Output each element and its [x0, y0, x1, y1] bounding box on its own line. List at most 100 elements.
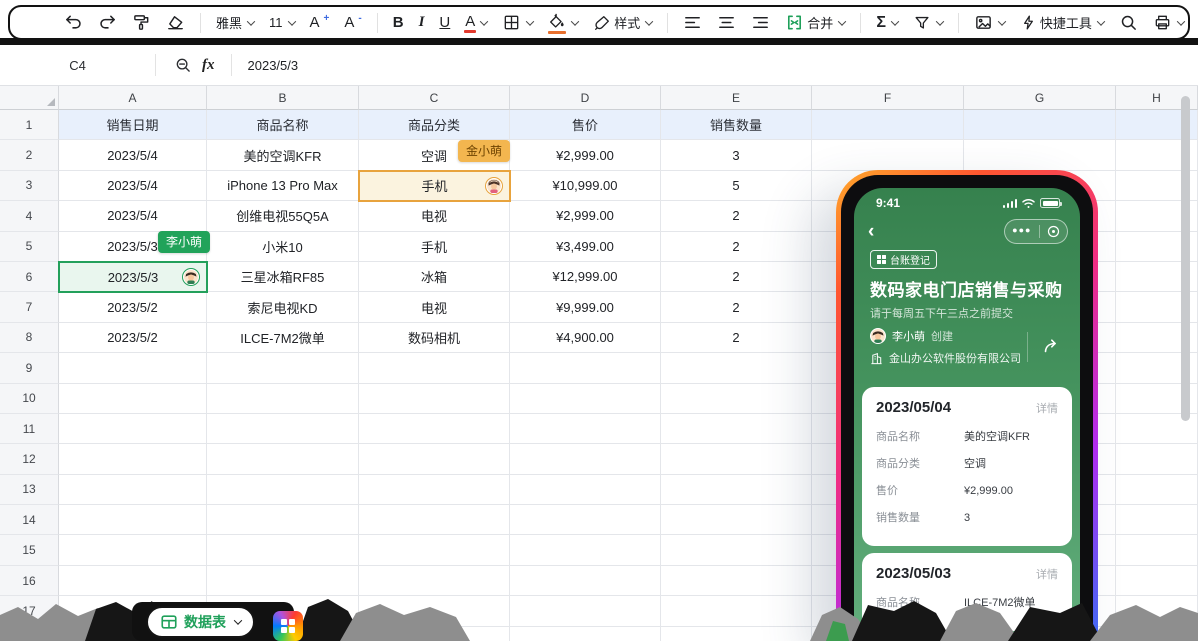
cell-C10[interactable] [359, 384, 510, 414]
cell-E15[interactable] [661, 535, 812, 565]
cell-E18[interactable] [661, 627, 812, 641]
select-all-corner[interactable] [0, 86, 59, 110]
cell-E11[interactable] [661, 414, 812, 444]
borders-button[interactable] [502, 13, 533, 32]
cell-D12[interactable] [510, 444, 661, 474]
row-header-1[interactable]: 1 [0, 110, 59, 140]
filter-button[interactable] [913, 14, 943, 32]
insert-function-button[interactable]: fx [202, 57, 215, 74]
cell-D17[interactable] [510, 596, 661, 626]
cell-C8[interactable]: 数码相机 [359, 323, 510, 353]
cell-A9[interactable] [59, 353, 207, 383]
cell-E6[interactable]: 2 [661, 262, 812, 292]
row-header-15[interactable]: 15 [0, 535, 59, 565]
cell-C17[interactable] [359, 596, 510, 626]
cell-D15[interactable] [510, 535, 661, 565]
cell-E7[interactable]: 2 [661, 292, 812, 322]
cell-A2[interactable]: 2023/5/4 [59, 140, 207, 170]
row-header-6[interactable]: 6 [0, 262, 59, 292]
row-header-18[interactable]: 18 [0, 627, 59, 641]
font-size-select[interactable]: 11 [269, 15, 295, 30]
cell-B16[interactable] [207, 566, 359, 596]
cell-D1[interactable]: 售价 [510, 110, 661, 140]
cell-D3[interactable]: ¥10,999.00 [510, 171, 661, 201]
cell-D6[interactable]: ¥12,999.00 [510, 262, 661, 292]
cell-D16[interactable] [510, 566, 661, 596]
cell-H14[interactable] [1116, 505, 1198, 535]
cell-C18[interactable] [359, 627, 510, 641]
format-painter-button[interactable] [132, 13, 151, 32]
name-box[interactable]: C4 [0, 58, 155, 73]
record-card-1[interactable]: 2023/05/04详情商品名称美的空调KFR商品分类空调售价¥2,999.00… [862, 387, 1072, 546]
cell-E14[interactable] [661, 505, 812, 535]
column-header-G[interactable]: G [964, 86, 1116, 110]
cell-C12[interactable] [359, 444, 510, 474]
clear-format-button[interactable] [166, 13, 185, 32]
cell-E3[interactable]: 5 [661, 171, 812, 201]
decrease-font-button[interactable]: A- [344, 14, 361, 31]
back-chevron-icon[interactable]: ‹ [868, 222, 874, 241]
cell-H15[interactable] [1116, 535, 1198, 565]
cell-B12[interactable] [207, 444, 359, 474]
cell-B5[interactable]: 小米10 [207, 232, 359, 262]
increase-font-button[interactable]: A+ [310, 14, 330, 31]
cell-D10[interactable] [510, 384, 661, 414]
cell-C5[interactable]: 手机 [359, 232, 510, 262]
cell-B10[interactable] [207, 384, 359, 414]
row-header-8[interactable]: 8 [0, 323, 59, 353]
column-header-A[interactable]: A [59, 86, 207, 110]
cell-H18[interactable] [1116, 627, 1198, 641]
cell-D8[interactable]: ¥4,900.00 [510, 323, 661, 353]
column-header-F[interactable]: F [812, 86, 964, 110]
cell-E13[interactable] [661, 475, 812, 505]
cell-D2[interactable]: ¥2,999.00 [510, 140, 661, 170]
record-card-2[interactable]: 2023/05/03详情商品名称ILCE-7M2微单 [862, 553, 1072, 631]
cell-E12[interactable] [661, 444, 812, 474]
cell-E5[interactable]: 2 [661, 232, 812, 262]
card-detail-link[interactable]: 详情 [1036, 566, 1058, 582]
row-header-4[interactable]: 4 [0, 201, 59, 231]
font-name-select[interactable]: 雅黑 [216, 13, 254, 32]
cell-D9[interactable] [510, 353, 661, 383]
cell-B15[interactable] [207, 535, 359, 565]
cell-D5[interactable]: ¥3,499.00 [510, 232, 661, 262]
cell-E9[interactable] [661, 353, 812, 383]
row-header-5[interactable]: 5 [0, 232, 59, 262]
row-header-7[interactable]: 7 [0, 292, 59, 322]
font-color-button[interactable]: A [465, 13, 487, 32]
cell-D18[interactable] [510, 627, 661, 641]
collab-edited-cell-C3[interactable]: 手机 [358, 170, 511, 202]
cell-C4[interactable]: 电视 [359, 201, 510, 231]
cell-B14[interactable] [207, 505, 359, 535]
cell-A16[interactable] [59, 566, 207, 596]
merge-cells-button[interactable]: 合并 [785, 13, 845, 32]
cell-C7[interactable]: 电视 [359, 292, 510, 322]
cell-C14[interactable] [359, 505, 510, 535]
cell-C11[interactable] [359, 414, 510, 444]
more-dots-icon[interactable]: ●●● [1012, 226, 1031, 235]
cell-C1[interactable]: 商品分类 [359, 110, 510, 140]
cell-H16[interactable] [1116, 566, 1198, 596]
column-header-C[interactable]: C [359, 86, 510, 110]
cell-B3[interactable]: iPhone 13 Pro Max [207, 171, 359, 201]
cell-E4[interactable]: 2 [661, 201, 812, 231]
cell-H12[interactable] [1116, 444, 1198, 474]
quick-tools-button[interactable]: 快捷工具 [1020, 13, 1104, 32]
cell-A14[interactable] [59, 505, 207, 535]
cell-A11[interactable] [59, 414, 207, 444]
cell-A8[interactable]: 2023/5/2 [59, 323, 207, 353]
cell-style-button[interactable]: 样式 [593, 13, 652, 32]
row-header-2[interactable]: 2 [0, 140, 59, 170]
cell-C15[interactable] [359, 535, 510, 565]
cell-G1[interactable] [964, 110, 1116, 140]
cell-A3[interactable]: 2023/5/4 [59, 171, 207, 201]
cell-E2[interactable]: 3 [661, 140, 812, 170]
cell-D4[interactable]: ¥2,999.00 [510, 201, 661, 231]
italic-button[interactable]: I [419, 14, 425, 31]
cell-D7[interactable]: ¥9,999.00 [510, 292, 661, 322]
cell-G2[interactable] [964, 140, 1116, 170]
row-header-16[interactable]: 16 [0, 566, 59, 596]
share-button[interactable] [1042, 336, 1062, 361]
sheet-tab-button[interactable]: 数据表 [146, 606, 255, 638]
align-left-button[interactable] [683, 13, 702, 32]
